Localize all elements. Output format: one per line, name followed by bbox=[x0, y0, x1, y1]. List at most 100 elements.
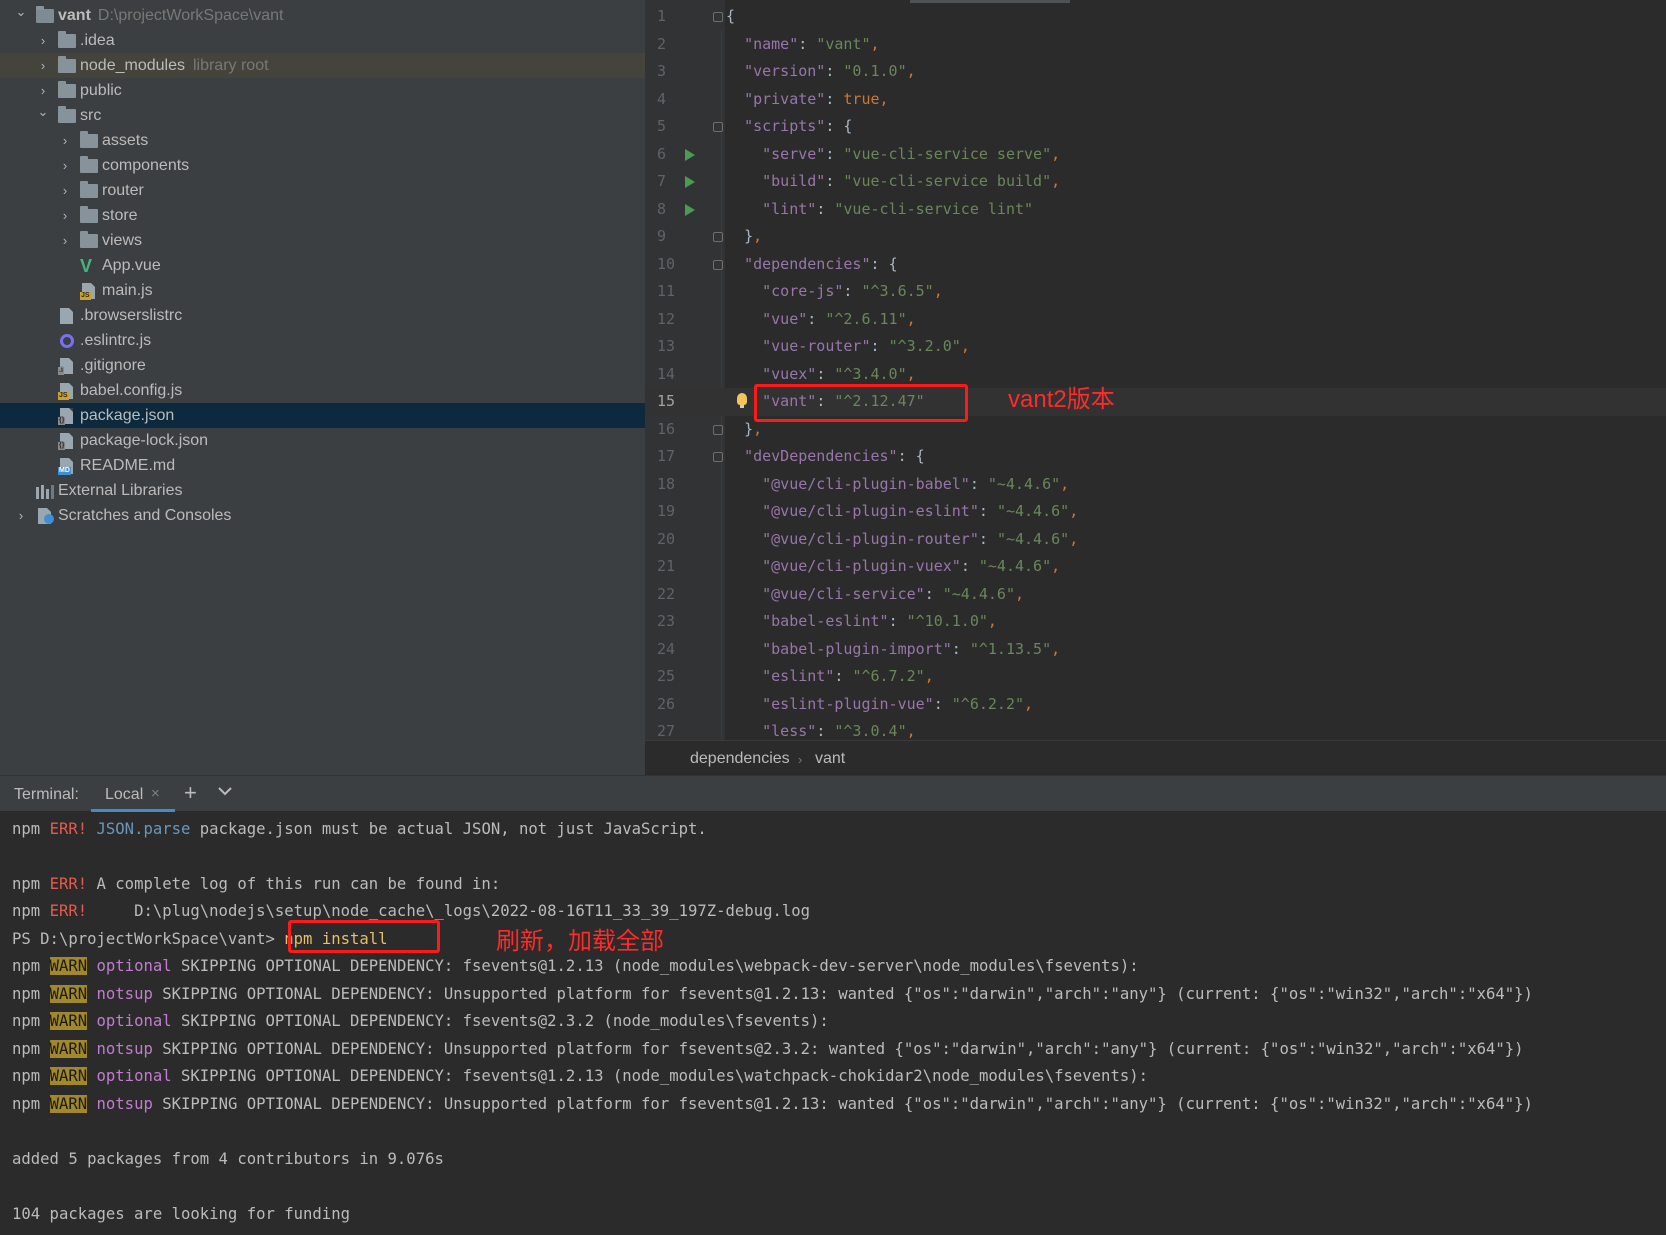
breadcrumb-item-dependencies[interactable]: dependencies bbox=[690, 750, 790, 768]
tree-item-browserslistrc[interactable]: .browserslistrc bbox=[0, 303, 645, 328]
fold-marker-icon[interactable] bbox=[713, 12, 723, 22]
chevron-right-icon[interactable]: › bbox=[36, 33, 50, 48]
chevron-down-icon[interactable]: ⌄ bbox=[36, 105, 50, 119]
tree-item-label: .idea bbox=[80, 31, 115, 49]
fold-marker-icon[interactable] bbox=[713, 122, 723, 132]
code-text: "core-js": "^3.6.5", bbox=[762, 282, 943, 300]
code-line[interactable]: 13 "vue-router": "^3.2.0", bbox=[645, 333, 1666, 361]
code-line[interactable]: 1{ bbox=[645, 3, 1666, 31]
chevron-right-icon[interactable]: › bbox=[58, 183, 72, 198]
chevron-down-icon[interactable] bbox=[216, 782, 236, 802]
terminal-title: Terminal: bbox=[14, 786, 79, 803]
fold-marker-icon[interactable] bbox=[713, 424, 723, 435]
code-line[interactable]: 5 "scripts": { bbox=[645, 113, 1666, 141]
tree-item-package-lock-json[interactable]: {} package-lock.json bbox=[0, 428, 645, 453]
tree-item-eslintrc-js[interactable]: .eslintrc.js bbox=[0, 328, 645, 353]
fold-marker-icon[interactable] bbox=[713, 452, 723, 462]
code-line[interactable]: 9 }, bbox=[645, 223, 1666, 251]
tree-item-idea[interactable]: › .idea bbox=[0, 28, 645, 53]
tree-item-app-vue[interactable]: V App.vue bbox=[0, 253, 645, 278]
folder-icon bbox=[80, 205, 98, 224]
tree-item-store[interactable]: › store bbox=[0, 203, 645, 228]
tree-item-label: App.vue bbox=[102, 256, 161, 274]
chevron-right-icon[interactable]: › bbox=[36, 58, 50, 73]
run-script-icon[interactable] bbox=[685, 148, 695, 161]
new-terminal-icon[interactable]: + bbox=[184, 780, 197, 806]
fold-marker-icon[interactable] bbox=[713, 232, 723, 242]
code-line[interactable]: 17 "devDependencies": { bbox=[645, 443, 1666, 471]
code-line[interactable]: 10 "dependencies": { bbox=[645, 251, 1666, 279]
code-text: "version": "0.1.0", bbox=[744, 62, 916, 80]
code-line[interactable]: 22 "@vue/cli-service": "~4.4.6", bbox=[645, 581, 1666, 609]
code-line[interactable]: 3 "version": "0.1.0", bbox=[645, 58, 1666, 86]
terminal-line: npm WARN notsup SKIPPING OPTIONAL DEPEND… bbox=[12, 1039, 1524, 1058]
close-tab-icon[interactable]: × bbox=[151, 785, 160, 802]
code-text: "dependencies": { bbox=[744, 254, 898, 273]
code-line[interactable]: 7 "build": "vue-cli-service build", bbox=[645, 168, 1666, 196]
markdown-file-icon: MD bbox=[58, 457, 76, 475]
line-number: 25 bbox=[657, 667, 676, 685]
code-text: }, bbox=[744, 227, 763, 245]
libraries-icon bbox=[36, 483, 54, 499]
tree-item-gitignore[interactable]: .i .gitignore bbox=[0, 353, 645, 378]
tree-item-components[interactable]: › components bbox=[0, 153, 645, 178]
chevron-right-icon[interactable]: › bbox=[58, 133, 72, 148]
code-line[interactable]: 21 "@vue/cli-plugin-vuex": "~4.4.6", bbox=[645, 553, 1666, 581]
tree-item-label: Scratches and Consoles bbox=[58, 506, 232, 524]
code-line[interactable]: 18 "@vue/cli-plugin-babel": "~4.4.6", bbox=[645, 471, 1666, 499]
code-text: "babel-plugin-import": "^1.13.5", bbox=[762, 639, 1061, 658]
code-line[interactable]: 25 "eslint": "^6.7.2", bbox=[645, 663, 1666, 691]
npm-install-annotation: 刷新，加载全部 bbox=[496, 928, 664, 955]
folder-icon bbox=[80, 130, 98, 149]
code-line[interactable]: 12 "vue": "^2.6.11", bbox=[645, 306, 1666, 334]
code-line[interactable]: 20 "@vue/cli-plugin-router": "~4.4.6", bbox=[645, 526, 1666, 554]
tree-item-src[interactable]: ⌄ src bbox=[0, 103, 645, 128]
tree-item-package-json[interactable]: {} package.json bbox=[0, 403, 645, 428]
chevron-right-icon[interactable]: › bbox=[36, 83, 50, 98]
code-line[interactable]: 8 "lint": "vue-cli-service lint" bbox=[645, 196, 1666, 224]
code-line[interactable]: 2 "name": "vant", bbox=[645, 31, 1666, 59]
code-line[interactable]: 6 "serve": "vue-cli-service serve", bbox=[645, 141, 1666, 169]
line-number: 23 bbox=[657, 612, 676, 630]
code-line[interactable]: 11 "core-js": "^3.6.5", bbox=[645, 278, 1666, 306]
vant-version-highlight-box bbox=[754, 384, 968, 422]
chevron-right-icon[interactable]: › bbox=[58, 158, 72, 173]
tree-item-assets[interactable]: › assets bbox=[0, 128, 645, 153]
chevron-right-icon[interactable]: › bbox=[14, 508, 28, 523]
line-number: 19 bbox=[657, 502, 676, 520]
tree-item-label: package.json bbox=[80, 406, 175, 424]
tree-item-main-js[interactable]: JS main.js bbox=[0, 278, 645, 303]
tree-item-label: README.md bbox=[80, 456, 176, 474]
tree-item-readme-md[interactable]: MD README.md bbox=[0, 453, 645, 478]
code-line[interactable]: 24 "babel-plugin-import": "^1.13.5", bbox=[645, 636, 1666, 664]
tree-item-node-modules[interactable]: › node_modules library root bbox=[0, 53, 645, 78]
run-script-icon[interactable] bbox=[685, 176, 695, 188]
code-text: "private": true, bbox=[744, 89, 889, 108]
chevron-right-icon[interactable]: › bbox=[58, 208, 72, 223]
vue-file-icon: V bbox=[80, 255, 93, 276]
text-file-icon bbox=[58, 307, 76, 324]
code-line[interactable]: 4 "private": true, bbox=[645, 86, 1666, 114]
run-script-icon[interactable] bbox=[685, 203, 695, 216]
code-line[interactable]: 23 "babel-eslint": "^10.1.0", bbox=[645, 608, 1666, 636]
tree-item-router[interactable]: › router bbox=[0, 178, 645, 203]
line-number: 15 bbox=[657, 392, 676, 410]
chevron-right-icon[interactable]: › bbox=[58, 233, 72, 248]
code-line[interactable]: 19 "@vue/cli-plugin-eslint": "~4.4.6", bbox=[645, 498, 1666, 526]
tree-item-babel-config-js[interactable]: JS babel.config.js bbox=[0, 378, 645, 403]
line-number: 21 bbox=[657, 557, 676, 575]
tree-item-views[interactable]: › views bbox=[0, 228, 645, 253]
tab-local[interactable]: Local × bbox=[91, 776, 175, 812]
fold-marker-icon[interactable] bbox=[713, 259, 723, 270]
code-line[interactable]: 26 "eslint-plugin-vue": "^6.2.2", bbox=[645, 691, 1666, 719]
chevron-down-icon[interactable]: ⌄ bbox=[14, 5, 28, 19]
tree-item-label: assets bbox=[102, 131, 149, 149]
line-number: 1 bbox=[657, 7, 667, 25]
tree-item-vant[interactable]: ⌄ vant D:\projectWorkSpace\vant bbox=[0, 3, 645, 28]
tree-item-external-libraries[interactable]: External Libraries bbox=[0, 478, 645, 503]
tree-item-scratches-and-consoles[interactable]: › Scratches and Consoles bbox=[0, 503, 645, 528]
breadcrumb-item-vant[interactable]: vant bbox=[815, 750, 845, 768]
line-number: 8 bbox=[657, 199, 667, 218]
line-number: 11 bbox=[657, 282, 676, 300]
tree-item-public[interactable]: › public bbox=[0, 78, 645, 103]
